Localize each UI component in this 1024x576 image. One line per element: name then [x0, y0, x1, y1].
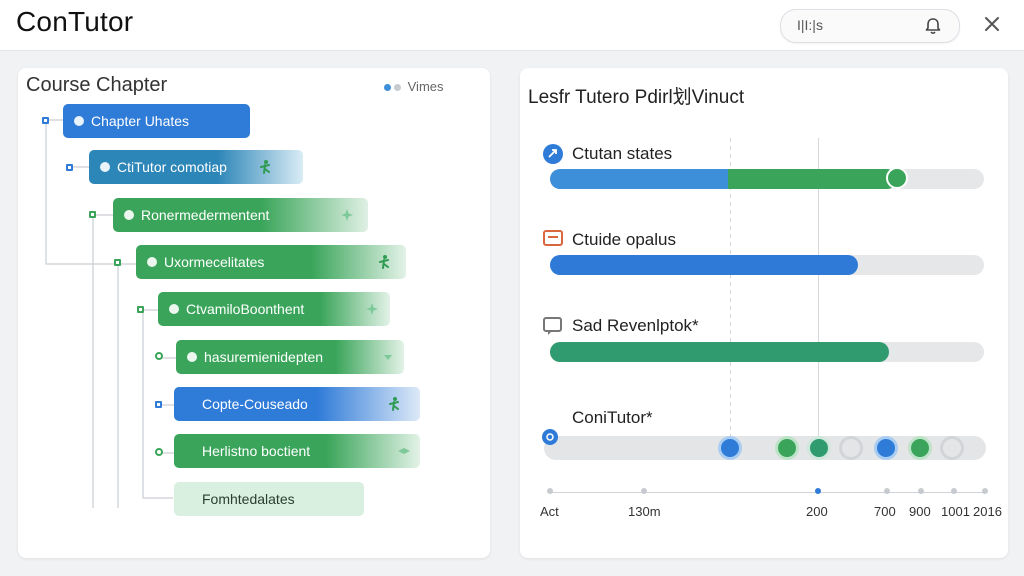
- axis-tick: [547, 488, 553, 494]
- progress-fill: [550, 255, 859, 275]
- tree-node[interactable]: Ronermedermentent: [113, 198, 368, 232]
- timeline-marker-icon[interactable]: [718, 436, 742, 460]
- node-label: Chapter Uhates: [91, 113, 190, 129]
- search-text: I|I:|s: [797, 17, 823, 33]
- axis-tick: [641, 488, 647, 494]
- node-bullet-icon: [169, 304, 179, 314]
- node-bullet-icon: [147, 257, 157, 267]
- node-bullet-icon: [187, 352, 197, 362]
- progress-track: [550, 342, 984, 362]
- search-field[interactable]: I|I:|s: [780, 9, 960, 43]
- timeline-marker-icon[interactable]: [807, 436, 831, 460]
- node-label: CtvamiloBoonthent: [186, 301, 305, 317]
- progress-fill: [550, 342, 889, 362]
- figure-icon[interactable]: [376, 254, 392, 270]
- lesson-progress-panel: Lesfr Tutero Pdirl划Vinuct Ctutan states …: [520, 68, 1008, 558]
- sparkle-icon[interactable]: [364, 301, 380, 317]
- figure-icon[interactable]: [257, 159, 273, 175]
- chat-icon: [543, 230, 563, 246]
- comment-icon: [543, 317, 562, 335]
- progress-row-label: Ctutan states: [572, 144, 673, 163]
- progress-row-label: Sad Revenlptok*: [572, 316, 699, 335]
- arrow-badge-icon: [543, 144, 563, 164]
- header-bar: ConTutor I|I:|s: [0, 0, 1024, 51]
- axis-tick-label: 900: [909, 504, 931, 519]
- timeline-start-icon: [542, 429, 558, 445]
- app-title: ConTutor: [16, 6, 134, 37]
- axis-tick-label: Act: [540, 504, 559, 519]
- axis-tick: [815, 488, 821, 494]
- tree-connector-node: [114, 259, 121, 266]
- axis-tick: [951, 488, 957, 494]
- timeline-bell-icon[interactable]: [874, 436, 898, 460]
- chevron-down-icon[interactable]: [380, 349, 396, 365]
- tree-connector-node: [155, 352, 163, 360]
- axis-tick: [918, 488, 924, 494]
- timeline-marker-icon[interactable]: [775, 436, 799, 460]
- tree-connector-node: [137, 306, 144, 313]
- tree-node[interactable]: Chapter Uhates: [63, 104, 250, 138]
- node-label: Ronermedermentent: [141, 207, 270, 223]
- tree-node[interactable]: CtvamiloBoonthent: [158, 292, 390, 326]
- progress-row-label: Ctuide opalus: [572, 230, 676, 249]
- app-window: ConTutor I|I:|s Course Chapter Vimes Cha…: [0, 0, 1024, 576]
- axis-tick-label: 200: [806, 504, 828, 519]
- tree-connector-node: [155, 448, 163, 456]
- axis-tick-label: 1001: [941, 504, 970, 519]
- bell-icon[interactable]: [923, 16, 943, 36]
- progress-fill: [550, 169, 898, 189]
- timeline-marker-icon[interactable]: [908, 436, 932, 460]
- timeline-marker-icon[interactable]: [839, 436, 863, 460]
- sparkle-icon[interactable]: [339, 207, 355, 223]
- figure-icon[interactable]: [386, 396, 402, 412]
- tree-node[interactable]: hasuremienidepten: [176, 340, 404, 374]
- tree-connector-node: [155, 401, 162, 408]
- node-label: Uxormecelitates: [164, 254, 265, 270]
- node-bullet-icon: [74, 116, 84, 126]
- node-label: Herlistno boctient: [202, 443, 311, 459]
- tree-node[interactable]: Copte-Couseado: [174, 387, 420, 421]
- timeline-label: ConiTutor*: [572, 408, 653, 427]
- close-icon[interactable]: [982, 14, 1002, 34]
- axis-tick-label: 700: [874, 504, 896, 519]
- node-bullet-icon: [100, 162, 110, 172]
- node-bullet-icon: [124, 210, 134, 220]
- panel-title: Lesfr Tutero Pdirl划Vinuct: [528, 87, 745, 108]
- timeline-marker-icon[interactable]: [940, 436, 964, 460]
- progress-track: [550, 255, 984, 275]
- tree-node[interactable]: Fomhtedalates: [174, 482, 364, 516]
- tree-connector-node: [42, 117, 49, 124]
- tree-connector-node: [89, 211, 96, 218]
- node-label: hasuremienidepten: [204, 349, 324, 365]
- progress-marker-icon[interactable]: [886, 167, 908, 189]
- tree-connector-node: [66, 164, 73, 171]
- axis-tick-label: 2016: [973, 504, 1002, 519]
- node-label: Fomhtedalates: [202, 491, 295, 507]
- course-chapter-panel: Course Chapter Vimes Chapter Uhates CtiT…: [18, 68, 490, 558]
- node-label: CtiTutor comotiap: [117, 159, 227, 175]
- progress-track: [550, 167, 984, 189]
- axis-tick-label: 130m: [628, 504, 661, 519]
- sparkle-icon[interactable]: [396, 443, 412, 459]
- tree-node[interactable]: Herlistno boctient: [174, 434, 420, 468]
- tree-node[interactable]: Uxormecelitates: [136, 245, 406, 279]
- axis-tick: [982, 488, 988, 494]
- tree-node[interactable]: CtiTutor comotiap: [89, 150, 303, 184]
- axis-tick: [884, 488, 890, 494]
- node-label: Copte-Couseado: [202, 396, 308, 412]
